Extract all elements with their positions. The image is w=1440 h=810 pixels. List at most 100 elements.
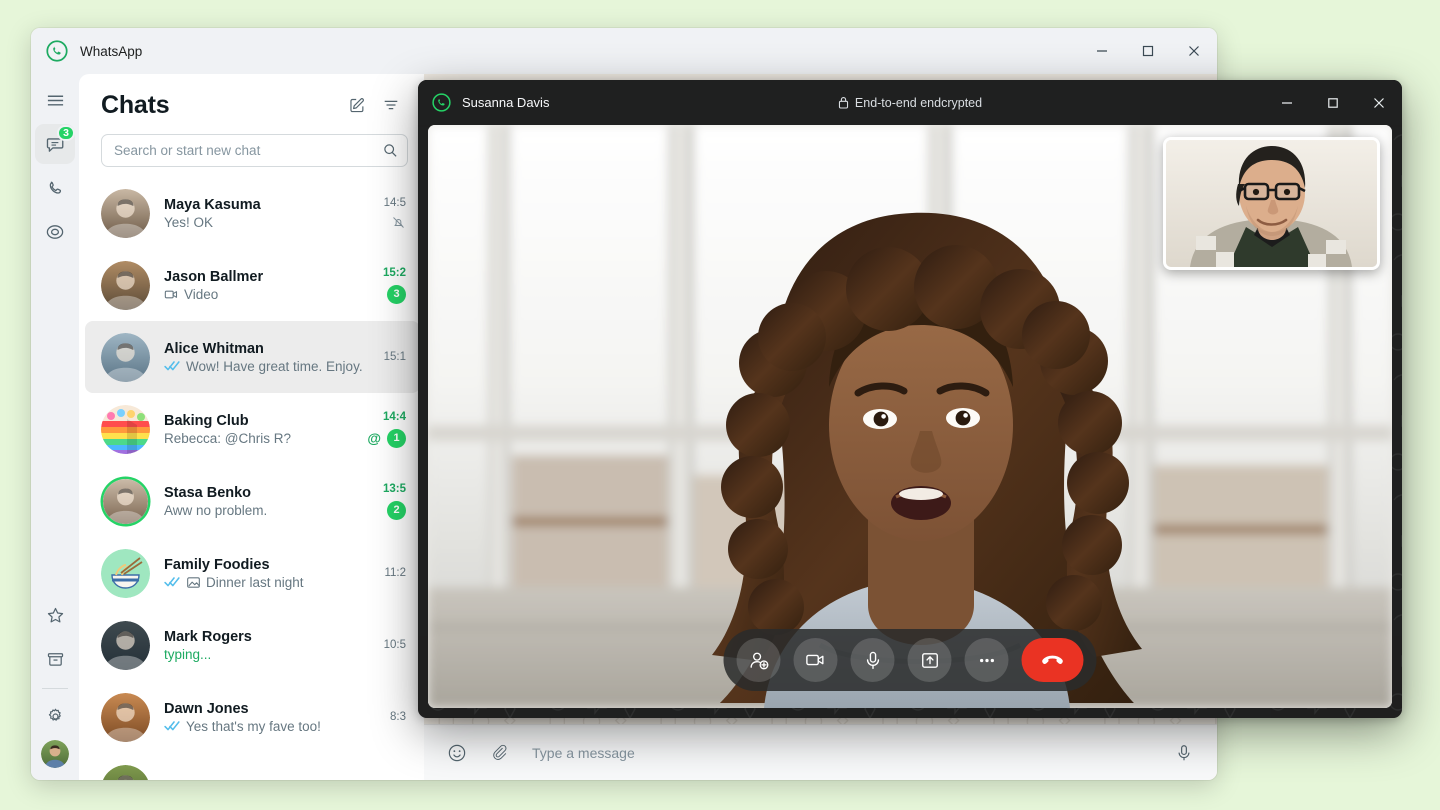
message-composer [424, 724, 1217, 780]
contact-avatar[interactable] [101, 692, 150, 742]
sidebar-item-archived[interactable] [35, 639, 75, 679]
read-receipt-double-check-icon [164, 576, 181, 588]
chat-list-item[interactable]: Baking Club Rebecca: @Chris R? 14:4 @1 [85, 393, 420, 465]
chat-timestamp: 8:3 [390, 711, 406, 723]
chat-meta: 8:3 [390, 711, 406, 723]
search-icon[interactable] [383, 143, 398, 158]
search-row [79, 128, 424, 177]
call-title-bar: Susanna Davis End-to-end endcrypted [418, 80, 1402, 125]
add-person-icon[interactable] [736, 638, 781, 682]
chat-contact-name: Jason Ballmer [164, 268, 264, 285]
contact-avatar[interactable] [101, 548, 150, 598]
chat-list-item[interactable]: Dawn Jones Yes that's my fave too! 8:3 [85, 681, 420, 753]
sidebar-item-chats[interactable]: 3 [35, 124, 75, 164]
chats-unread-badge: 3 [57, 125, 75, 141]
chat-list-item[interactable]: Maya Kasuma Yes! OK 14:5 [85, 177, 420, 249]
emoji-smiley-icon[interactable] [440, 736, 474, 770]
chat-meta: 10:5 [384, 639, 406, 651]
call-close-button[interactable] [1356, 80, 1402, 125]
chat-meta: 14:5 [384, 197, 406, 230]
app-title: WhatsApp [80, 43, 143, 59]
hamburger-menu-icon[interactable] [35, 80, 75, 120]
mention-icon: @ [367, 430, 381, 446]
chat-meta: 11:2 [384, 567, 406, 579]
encryption-status: End-to-end endcrypted [418, 96, 1402, 110]
search-input[interactable] [114, 143, 383, 158]
lock-icon [838, 96, 849, 109]
call-maximize-button[interactable] [1310, 80, 1356, 125]
chat-contact-name: Family Foodies [164, 556, 270, 573]
main-title-bar: WhatsApp [31, 28, 1217, 74]
filter-list-icon[interactable] [374, 88, 408, 122]
chat-text: Dawn Jones Yes that's my fave too! [164, 701, 384, 734]
chat-text: Baking Club Rebecca: @Chris R? [164, 413, 361, 446]
chat-meta-row: @1 [367, 428, 406, 448]
call-video-stage [428, 125, 1392, 708]
chat-preview-message: Video [164, 287, 377, 302]
chat-list-item[interactable]: Ziggy Woodley8:13 [85, 753, 420, 780]
call-window-controls [1264, 80, 1402, 125]
unread-count-badge: 1 [387, 428, 406, 448]
microphone-icon[interactable] [1167, 736, 1201, 770]
end-call-phone-icon[interactable] [1021, 638, 1084, 682]
read-receipt-double-check-icon [164, 360, 181, 372]
contact-avatar[interactable] [101, 332, 150, 382]
chat-list[interactable]: Maya Kasuma Yes! OK 14:5 Jason Ballmer Video… [79, 177, 424, 780]
video-camera-icon[interactable] [793, 638, 838, 682]
chat-preview-text: typing... [164, 646, 212, 662]
chat-meta: 14:4 @1 [367, 411, 406, 448]
chat-contact-name: Mark Rogers [164, 628, 252, 645]
chat-timestamp: 10:5 [383, 639, 406, 651]
chat-contact-name: Dawn Jones [164, 700, 249, 717]
screen-share-icon[interactable] [907, 638, 952, 682]
chat-preview-text: Rebecca: @Chris R? [164, 430, 291, 446]
chat-list-item[interactable]: Mark Rogers typing... 10:5 [85, 609, 420, 681]
rail-divider [42, 688, 68, 689]
chat-list-pane: Chats Search or start new chat Maya Kasu… [79, 74, 424, 780]
self-view-thumbnail[interactable] [1163, 137, 1380, 270]
call-caller-name: Susanna Davis [462, 95, 550, 110]
call-minimize-button[interactable] [1264, 80, 1310, 125]
sidebar-item-starred[interactable] [35, 595, 75, 635]
chat-preview-text: Yes that's my fave too! [186, 718, 321, 734]
chat-preview-text: Yes! OK [164, 214, 214, 230]
sidebar-item-status[interactable] [35, 212, 75, 252]
main-window-controls [1079, 28, 1217, 74]
chat-preview-message: typing... [164, 647, 378, 662]
ellipsis-icon[interactable] [964, 638, 1009, 682]
video-call-window: Susanna Davis End-to-end endcrypted [418, 80, 1402, 718]
chat-list-item[interactable]: Stasa Benko Aww no problem. 13:5 2 [85, 465, 420, 537]
chat-timestamp: 13:5 [382, 482, 406, 495]
muted-bell-icon [391, 215, 406, 230]
chat-list-item[interactable]: Alice Whitman Wow! Have great time. Enjoy… [85, 321, 420, 393]
photo-icon [186, 575, 201, 590]
sidebar-item-settings[interactable] [35, 696, 75, 736]
close-button[interactable] [1171, 28, 1217, 74]
contact-avatar[interactable] [101, 404, 150, 454]
contact-avatar[interactable] [103, 478, 148, 524]
profile-avatar[interactable] [41, 740, 69, 768]
encryption-label: End-to-end endcrypted [854, 95, 983, 110]
contact-avatar[interactable] [101, 260, 150, 310]
chat-list-item[interactable]: Family Foodies Dinner last night 11:2 [85, 537, 420, 609]
message-input[interactable] [524, 744, 1159, 761]
whatsapp-logo-icon [46, 40, 68, 62]
paperclip-icon[interactable] [482, 736, 516, 770]
chat-timestamp: 14:4 [382, 410, 406, 423]
chat-meta: 15:2 3 [383, 267, 406, 304]
new-chat-pencil-icon[interactable] [340, 88, 374, 122]
chat-list-item[interactable]: Jason Ballmer Video 15:2 3 [85, 249, 420, 321]
chat-meta-row [391, 215, 406, 230]
search-box[interactable] [101, 134, 408, 167]
contact-avatar[interactable] [101, 620, 150, 670]
minimize-button[interactable] [1079, 28, 1125, 74]
chat-preview-text: Dinner last night [206, 574, 304, 590]
sidebar-item-calls[interactable] [35, 168, 75, 208]
maximize-button[interactable] [1125, 28, 1171, 74]
contact-avatar[interactable] [101, 764, 150, 780]
contact-avatar[interactable] [101, 188, 150, 238]
chat-preview-text: Wow! Have great time. Enjoy. [186, 358, 363, 374]
microphone-icon[interactable] [850, 638, 895, 682]
chat-text: Family Foodies Dinner last night [164, 557, 378, 590]
unread-count-badge: 3 [387, 284, 406, 304]
